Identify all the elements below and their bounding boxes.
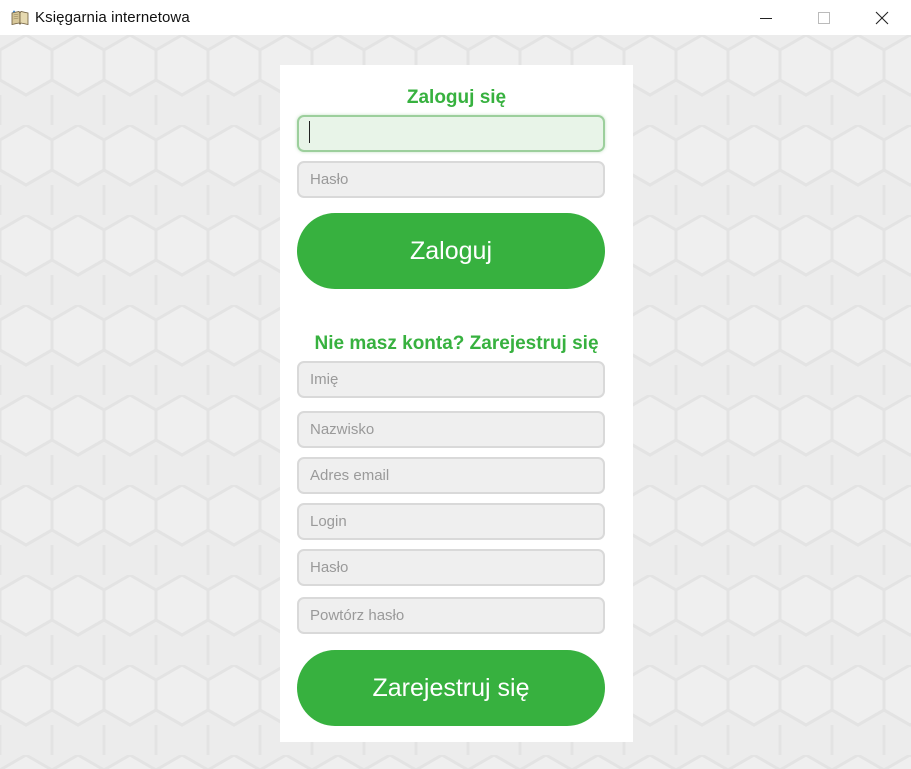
maximize-button[interactable] xyxy=(795,0,853,35)
register-heading: Nie masz konta? Zarejestruj się xyxy=(314,333,599,354)
register-login-input[interactable] xyxy=(297,503,605,540)
register-password-input[interactable] xyxy=(297,549,605,586)
auth-panel: Zaloguj się Zaloguj Nie masz konta? Zare… xyxy=(280,65,633,742)
close-icon xyxy=(875,11,889,25)
text-caret xyxy=(309,121,310,143)
login-button[interactable]: Zaloguj xyxy=(297,213,605,289)
book-icon xyxy=(11,9,29,26)
email-input[interactable] xyxy=(297,457,605,494)
login-heading: Zaloguj się xyxy=(406,87,507,108)
maximize-icon xyxy=(818,11,830,24)
window-title: Księgarnia internetowa xyxy=(35,9,190,26)
register-button[interactable]: Zarejestruj się xyxy=(297,650,605,726)
login-input[interactable] xyxy=(297,115,605,152)
password-input[interactable] xyxy=(297,161,605,198)
first-name-input[interactable] xyxy=(297,361,605,398)
minimize-button[interactable] xyxy=(737,0,795,35)
window-controls xyxy=(737,0,911,35)
title-bar: Księgarnia internetowa xyxy=(0,0,911,35)
close-button[interactable] xyxy=(853,0,911,35)
minimize-icon xyxy=(760,12,772,24)
last-name-input[interactable] xyxy=(297,411,605,448)
repeat-password-input[interactable] xyxy=(297,597,605,634)
